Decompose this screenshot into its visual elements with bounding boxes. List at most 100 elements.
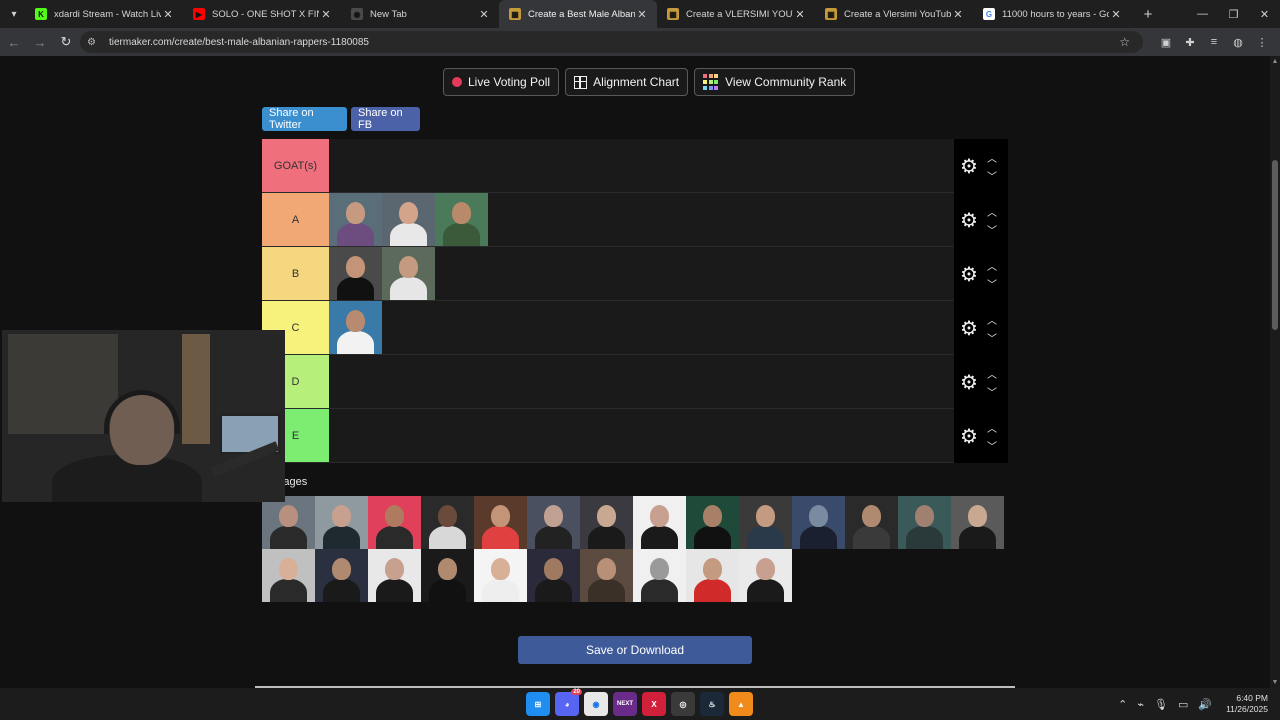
- pool-item-image[interactable]: [633, 549, 686, 602]
- reload-icon[interactable]: ↻: [54, 30, 78, 54]
- share-fb-button[interactable]: Share on FB: [351, 107, 420, 131]
- tab-close-icon[interactable]: ✕: [951, 8, 965, 21]
- gear-icon[interactable]: ⚙: [958, 316, 980, 341]
- chevron-up-icon[interactable]: ︿: [985, 364, 999, 382]
- tab-close-icon[interactable]: ✕: [1109, 8, 1123, 21]
- tier-item-image[interactable]: [382, 193, 435, 246]
- pool-item-image[interactable]: [845, 496, 898, 549]
- puzzle-icon[interactable]: ✚: [1180, 33, 1200, 51]
- pool-item-image[interactable]: [421, 549, 474, 602]
- tier-drop-zone[interactable]: [329, 193, 954, 246]
- extension-icon[interactable]: ▣: [1156, 33, 1176, 51]
- tab-close-icon[interactable]: ✕: [793, 8, 807, 21]
- tier-drop-zone[interactable]: [329, 247, 954, 300]
- chevron-up-icon[interactable]: ︿: [985, 310, 999, 328]
- tab-close-icon[interactable]: ✕: [319, 8, 333, 21]
- obs-icon[interactable]: ◎: [671, 692, 695, 716]
- tier-item-image[interactable]: [329, 193, 382, 246]
- new-tab-button[interactable]: +: [1137, 6, 1159, 23]
- scroll-thumb[interactable]: [1272, 160, 1278, 330]
- share-twitter-button[interactable]: Share on Twitter: [262, 107, 347, 131]
- chevron-down-icon[interactable]: ﹀: [985, 220, 999, 238]
- pool-item-image[interactable]: [739, 549, 792, 602]
- chevron-down-icon[interactable]: ﹀: [985, 382, 999, 400]
- tier-label[interactable]: B: [262, 247, 329, 300]
- live-voting-button[interactable]: Live Voting Poll: [443, 68, 560, 96]
- tier-drop-zone[interactable]: [329, 139, 954, 192]
- chevron-up-icon[interactable]: ︿: [985, 202, 999, 220]
- bookmark-star-icon[interactable]: ☆: [1119, 35, 1130, 49]
- chevron-up-icon[interactable]: ︿: [985, 256, 999, 274]
- community-rank-button[interactable]: View Community Rank: [694, 68, 856, 96]
- page-scrollbar[interactable]: ▲ ▼: [1270, 56, 1280, 688]
- pool-item-image[interactable]: [792, 496, 845, 549]
- tier-item-image[interactable]: [329, 247, 382, 300]
- tier-drop-zone[interactable]: [329, 355, 954, 408]
- address-bar[interactable]: ⚙ tiermaker.com/create/best-male-albania…: [80, 31, 1143, 53]
- tier-label[interactable]: A: [262, 193, 329, 246]
- xsplit-icon[interactable]: X: [642, 692, 666, 716]
- chevron-up-icon[interactable]: ︿: [985, 418, 999, 436]
- pool-item-image[interactable]: [633, 496, 686, 549]
- clock[interactable]: 6:40 PM 11/26/2025: [1226, 693, 1268, 715]
- tier-item-image[interactable]: [382, 247, 435, 300]
- save-download-button[interactable]: Save or Download: [518, 636, 752, 664]
- volume-icon[interactable]: 🔊: [1198, 698, 1212, 711]
- network-icon[interactable]: ⌁: [1137, 698, 1144, 711]
- chevron-down-icon[interactable]: ﹀: [985, 166, 999, 184]
- pool-item-image[interactable]: [527, 549, 580, 602]
- tier-item-image[interactable]: [435, 193, 488, 246]
- tab-close-icon[interactable]: ✕: [477, 8, 491, 21]
- restore-icon[interactable]: ❐: [1218, 0, 1249, 28]
- tier-label[interactable]: GOAT(s): [262, 139, 329, 192]
- gear-icon[interactable]: ⚙: [958, 370, 980, 395]
- pool-item-image[interactable]: [898, 496, 951, 549]
- discord-icon[interactable]: ◕ 20: [555, 689, 582, 716]
- pool-item-image[interactable]: [262, 549, 315, 602]
- chrome-icon[interactable]: ◉: [584, 692, 608, 716]
- browser-tab[interactable]: ◉ New Tab ✕: [341, 0, 499, 28]
- pool-item-image[interactable]: [368, 549, 421, 602]
- alignment-chart-button[interactable]: Alignment Chart: [565, 68, 689, 96]
- gear-icon[interactable]: ⚙: [958, 154, 980, 179]
- scroll-up-icon[interactable]: ▲: [1270, 58, 1280, 65]
- back-icon[interactable]: ←: [2, 30, 26, 54]
- browser-tab[interactable]: G 11000 hours to years - Google✕: [973, 0, 1131, 28]
- nexus-icon[interactable]: NEXT: [613, 692, 637, 716]
- pool-item-image[interactable]: [368, 496, 421, 549]
- display-icon[interactable]: ▭: [1178, 698, 1188, 711]
- browser-tab[interactable]: ▦ Create a Best Male Albanian Ra✕: [499, 0, 657, 28]
- pool-item-image[interactable]: [686, 549, 739, 602]
- pool-item-image[interactable]: [474, 549, 527, 602]
- close-window-icon[interactable]: ✕: [1249, 0, 1280, 28]
- mic-icon[interactable]: 🎙: [1154, 698, 1168, 711]
- tab-search-icon[interactable]: ▾: [3, 3, 25, 25]
- pool-item-image[interactable]: [315, 549, 368, 602]
- windows-start-icon[interactable]: ⊞: [526, 692, 550, 716]
- pool-item-image[interactable]: [739, 496, 792, 549]
- tab-close-icon[interactable]: ✕: [635, 8, 649, 21]
- pool-item-image[interactable]: [686, 496, 739, 549]
- tab-close-icon[interactable]: ✕: [161, 8, 175, 21]
- gear-icon[interactable]: ⚙: [958, 424, 980, 449]
- tray-chevron-icon[interactable]: ⌃: [1118, 698, 1127, 711]
- pool-item-image[interactable]: [580, 549, 633, 602]
- pool-item-image[interactable]: [262, 496, 315, 549]
- forward-icon[interactable]: →: [28, 30, 52, 54]
- chevron-down-icon[interactable]: ﹀: [985, 436, 999, 454]
- pool-item-image[interactable]: [315, 496, 368, 549]
- pool-item-image[interactable]: [474, 496, 527, 549]
- browser-tab[interactable]: ▦ Create a Vlersimi YouTube'rave✕: [815, 0, 973, 28]
- gear-icon[interactable]: ⚙: [958, 262, 980, 287]
- ableton-icon[interactable]: ▲: [729, 692, 753, 716]
- minimize-icon[interactable]: —: [1187, 0, 1218, 28]
- tier-item-image[interactable]: [329, 301, 382, 354]
- steam-icon[interactable]: ♨: [700, 692, 724, 716]
- chevron-down-icon[interactable]: ﹀: [985, 274, 999, 292]
- chevron-down-icon[interactable]: ﹀: [985, 328, 999, 346]
- scroll-down-icon[interactable]: ▼: [1270, 679, 1280, 686]
- media-icon[interactable]: ≡: [1204, 33, 1224, 51]
- chevron-up-icon[interactable]: ︿: [985, 148, 999, 166]
- pool-item-image[interactable]: [951, 496, 1004, 549]
- browser-tab[interactable]: ▦ Create a VLERSIMI YOUTUBERA✕: [657, 0, 815, 28]
